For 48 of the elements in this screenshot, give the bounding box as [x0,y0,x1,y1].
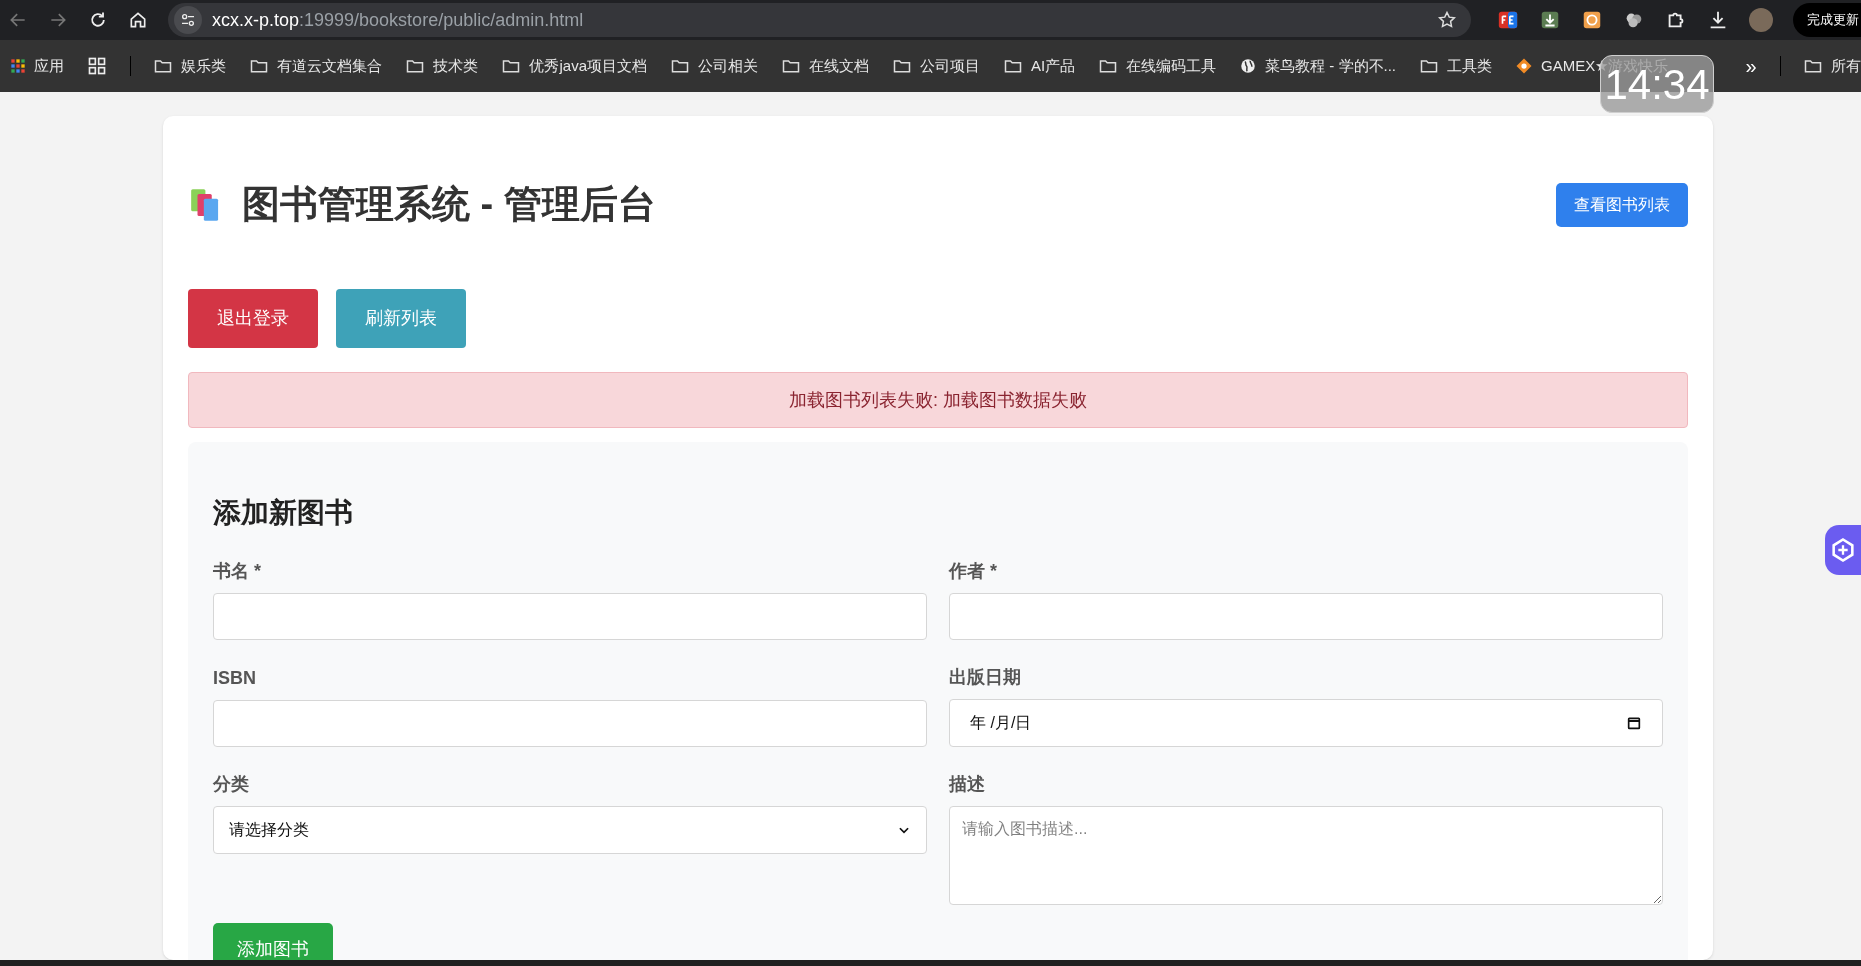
globe-icon [1239,57,1258,75]
bookmark-item[interactable]: 菜鸟教程 - 学的不... [1239,54,1397,78]
home-icon[interactable] [128,10,148,30]
reload-icon[interactable] [88,10,108,30]
update-button[interactable]: 完成更新 [1793,3,1861,37]
view-book-list-button[interactable]: 查看图书列表 [1556,182,1688,227]
field-label: 书名 * [213,560,262,583]
bookmark-item[interactable]: 有道云文档集合 [249,54,383,78]
field-label: 分类 [213,773,250,796]
apps-icon[interactable] [10,58,26,74]
description-textarea[interactable]: 请输入图书描述... [949,806,1663,905]
star-icon[interactable] [1437,10,1457,30]
field-label: ISBN [213,667,257,690]
address-bar[interactable]: xcx.x-p.top:19999/bookstore/public/admin.html [168,3,1471,37]
download-extension-icon[interactable] [1539,9,1561,31]
text-input[interactable] [213,593,927,640]
text-input[interactable] [949,593,1663,640]
grid-icon[interactable] [87,56,107,76]
calendar-icon [1626,715,1642,731]
form-heading: 添加新图书 [213,496,354,530]
assistant-icon[interactable] [1825,525,1861,575]
page-title: 图书管理系统 - 管理后台 [242,182,656,227]
fe-extension-icon[interactable] [1497,9,1519,31]
logout-button[interactable]: 退出登录 [188,289,318,348]
bookmark-item[interactable]: 在线编码工具 [1098,54,1217,78]
bookmark-item[interactable]: 工具类 [1419,54,1493,78]
bookmark-item[interactable]: 技术类 [405,54,479,78]
bookmark-item[interactable]: 所有 [1803,54,1861,78]
field-label: 出版日期 [949,666,1022,689]
bookmark-item[interactable]: 优秀java项目文档 [501,54,647,78]
site-settings-icon[interactable] [174,6,202,34]
more-bookmarks-button[interactable]: » [1745,51,1757,81]
bookmark-item[interactable]: 公司相关 [670,54,758,78]
field-label: 作者 * [949,560,998,583]
bookmark-item[interactable]: 娱乐类 [153,54,227,78]
bookmark-item[interactable]: AI产品 [1003,54,1076,78]
text-input[interactable] [213,700,927,747]
sun-icon [1515,57,1534,75]
bookmark-item[interactable]: 应用 [10,54,64,78]
url-text: xcx.x-p.top:19999/bookstore/public/admin.html [212,8,585,32]
bookmark-item[interactable]: 在线文档 [781,54,869,78]
avatar[interactable] [1749,8,1773,32]
field-label: 描述 [949,773,986,796]
ring-extension-icon[interactable] [1581,9,1603,31]
error-alert: 加载图书列表失败: 加载图书数据失败 [188,372,1688,428]
date-input[interactable]: 年 /月/日 [949,699,1663,747]
category-select[interactable]: 请选择分类 [213,806,927,854]
bookmark-item[interactable]: 公司项目 [892,54,980,78]
